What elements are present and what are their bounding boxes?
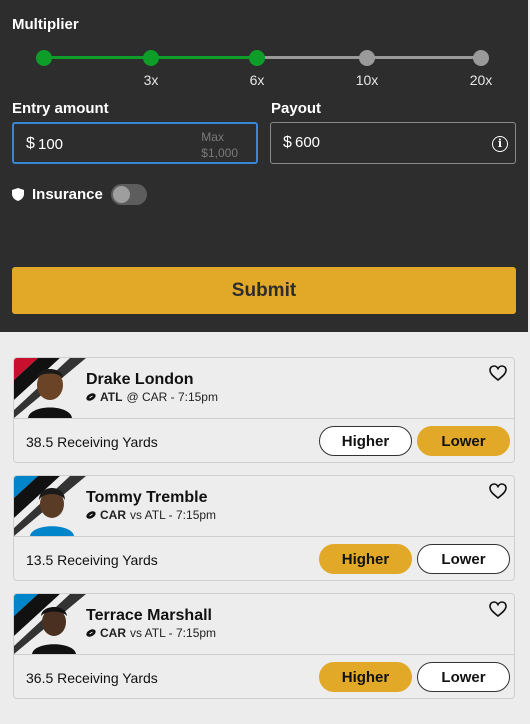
- slider-stop-6x[interactable]: [249, 50, 265, 66]
- player-name: Drake London: [86, 371, 194, 388]
- tick-label: 10x: [355, 72, 379, 88]
- submit-button[interactable]: Submit: [12, 267, 516, 314]
- max-hint: Max $1,000: [201, 129, 238, 161]
- slider-stop-1x[interactable]: [36, 50, 52, 66]
- favorite-heart-icon[interactable]: [489, 365, 507, 381]
- player-headshot-avatar: [14, 594, 86, 654]
- max-value: $1,000: [201, 146, 238, 160]
- team-abbr: CAR: [100, 626, 126, 640]
- card-divider: [14, 654, 514, 655]
- card-divider: [14, 418, 514, 419]
- currency-symbol: $: [26, 135, 35, 152]
- tick-label: 6x: [249, 72, 265, 88]
- insurance-toggle[interactable]: [110, 183, 147, 205]
- payout-value: 600: [295, 134, 321, 151]
- lower-button[interactable]: Lower: [417, 662, 510, 692]
- slider-stop-20x[interactable]: [473, 50, 489, 66]
- football-icon: [86, 393, 96, 401]
- favorite-heart-icon[interactable]: [489, 601, 507, 617]
- prop-card: Drake London ATL @ CAR - 7:15pm 38.5 Rec…: [13, 357, 515, 463]
- currency-symbol: $: [283, 134, 292, 151]
- multiplier-slider[interactable]: [36, 50, 489, 66]
- entry-amount-label: Entry amount: [12, 100, 109, 117]
- game-info: CAR vs ATL - 7:15pm: [86, 508, 216, 522]
- player-headshot-avatar: [14, 358, 86, 418]
- slider-stop-3x[interactable]: [143, 50, 159, 66]
- player-headshot-avatar: [14, 476, 86, 536]
- prop-card: Terrace Marshall CAR vs ATL - 7:15pm 36.…: [13, 593, 515, 699]
- stat-line: 36.5 Receiving Yards: [26, 670, 158, 686]
- matchup: @ CAR - 7:15pm: [126, 390, 218, 404]
- toggle-knob: [112, 185, 130, 203]
- player-name: Tommy Tremble: [86, 489, 208, 506]
- insurance-row: Insurance: [12, 183, 147, 205]
- tick-label: 20x: [469, 72, 493, 88]
- football-icon: [86, 629, 96, 637]
- higher-button[interactable]: Higher: [319, 544, 412, 574]
- team-abbr: CAR: [100, 508, 126, 522]
- stat-line: 13.5 Receiving Yards: [26, 552, 158, 568]
- entry-amount-field[interactable]: $ Max $1,000: [12, 122, 258, 164]
- team-abbr: ATL: [100, 390, 123, 404]
- game-info: CAR vs ATL - 7:15pm: [86, 626, 216, 640]
- lower-button[interactable]: Lower: [417, 544, 510, 574]
- entry-amount-input[interactable]: [38, 133, 188, 155]
- lower-button[interactable]: Lower: [417, 426, 510, 456]
- info-icon[interactable]: i: [492, 136, 508, 152]
- tick-label: 3x: [143, 72, 159, 88]
- matchup: vs ATL - 7:15pm: [130, 626, 217, 640]
- higher-button[interactable]: Higher: [319, 426, 412, 456]
- multiplier-label: Multiplier: [12, 16, 79, 33]
- game-info: ATL @ CAR - 7:15pm: [86, 390, 218, 404]
- stat-line: 38.5 Receiving Yards: [26, 434, 158, 450]
- football-icon: [86, 511, 96, 519]
- insurance-label: Insurance: [32, 185, 103, 203]
- slider-stop-10x[interactable]: [359, 50, 375, 66]
- shield-icon: [12, 187, 24, 201]
- entry-panel: Multiplier 3x 6x 10x 20x Entry amount Pa…: [0, 0, 528, 332]
- max-label: Max: [201, 130, 224, 144]
- card-divider: [14, 536, 514, 537]
- favorite-heart-icon[interactable]: [489, 483, 507, 499]
- payout-label: Payout: [271, 100, 322, 117]
- matchup: vs ATL - 7:15pm: [130, 508, 217, 522]
- prop-card: Tommy Tremble CAR vs ATL - 7:15pm 13.5 R…: [13, 475, 515, 581]
- player-name: Terrace Marshall: [86, 607, 212, 624]
- higher-button[interactable]: Higher: [319, 662, 412, 692]
- payout-field: $ 600 i: [270, 122, 516, 164]
